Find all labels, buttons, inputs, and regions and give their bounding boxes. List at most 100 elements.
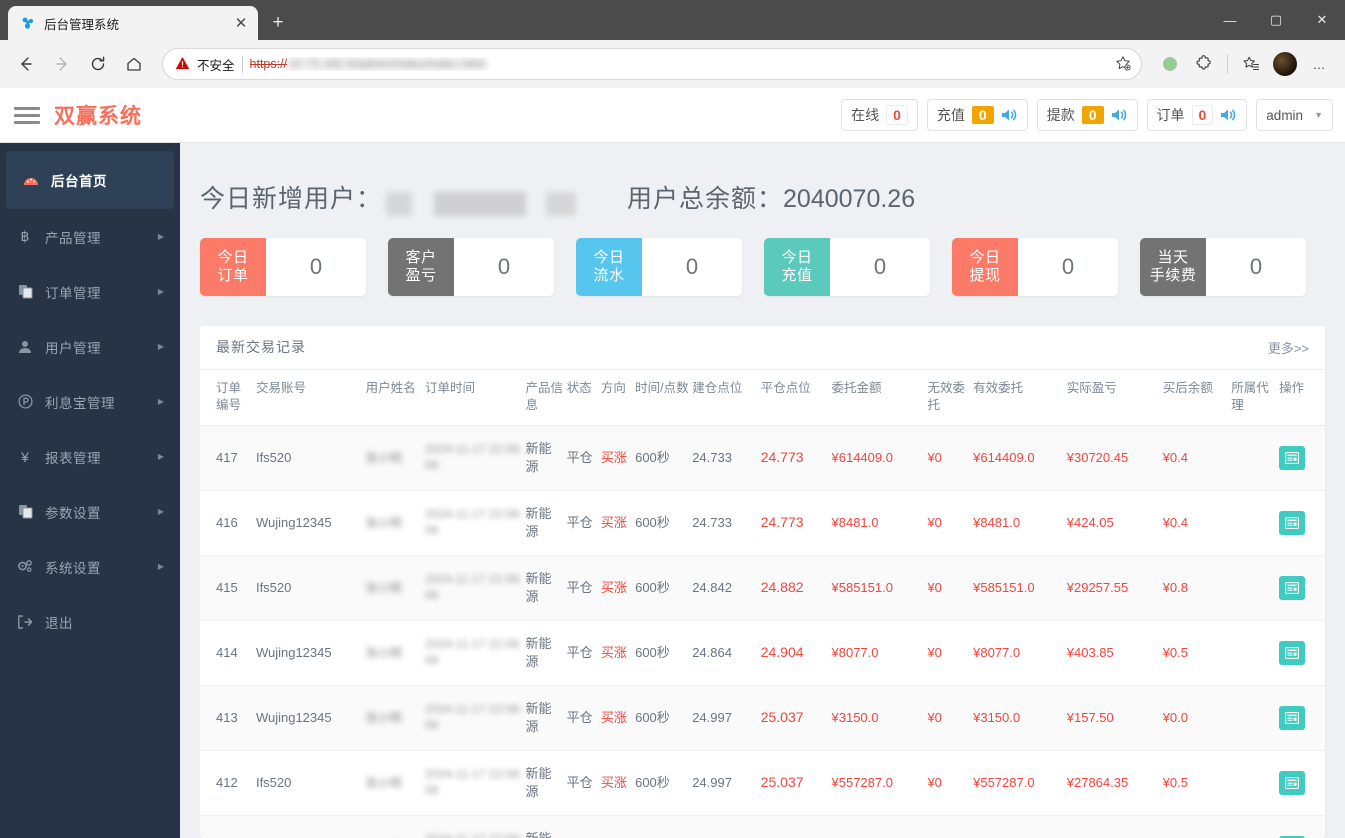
cell-operation[interactable]	[1279, 685, 1325, 751]
sidebar-item-system-settings[interactable]: 系统设置 ▶	[0, 539, 180, 594]
cell-duration: 600秒	[635, 620, 693, 686]
maximize-button[interactable]: ▢	[1253, 0, 1299, 40]
tab-close-icon[interactable]: ✕	[232, 14, 250, 32]
sidebar-item-label: 后台首页	[51, 174, 107, 189]
stat-card-label-line2: 手续费	[1149, 266, 1197, 284]
latest-transactions-panel: 最新交易记录 更多>> 订单编号 交易账号 用户姓名 订单时间 产品信息 状态 …	[200, 325, 1325, 838]
header-stat-online[interactable]: 在线 0	[841, 99, 918, 131]
browser-toolbar: 不安全 https://10.73.162.6/admin/index/inde…	[0, 40, 1345, 88]
cell-operation[interactable]	[1279, 620, 1325, 686]
cell-duration: 600秒	[635, 750, 693, 816]
home-icon[interactable]	[118, 48, 150, 80]
speaker-icon[interactable]	[1001, 108, 1018, 122]
user-menu[interactable]: admin ▼	[1256, 99, 1333, 131]
detail-button[interactable]	[1279, 770, 1306, 795]
menu-toggle-icon[interactable]	[14, 106, 40, 124]
sidebar-item-dashboard[interactable]: 后台首页	[6, 151, 174, 209]
table-header-row: 订单编号 交易账号 用户姓名 订单时间 产品信息 状态 方向 时间/点数 建仓点…	[200, 369, 1325, 426]
cell-order-id: 412	[200, 750, 256, 816]
speaker-icon[interactable]	[1220, 108, 1237, 122]
cell-order-amount: ¥3150.0	[831, 685, 928, 751]
coin-icon	[16, 394, 34, 409]
logout-icon	[16, 614, 34, 629]
reload-icon[interactable]	[82, 48, 114, 80]
stat-card-customer-pnl[interactable]: 客户 盈亏 0	[388, 237, 554, 296]
sidebar-item-product-management[interactable]: ฿ 产品管理 ▶	[0, 209, 180, 264]
sidebar-item-order-management[interactable]: 订单管理 ▶	[0, 264, 180, 319]
profile-status-icon[interactable]	[1154, 48, 1186, 80]
table-row[interactable]: 411Wujing12345张小明2024-11-17 22:08:08新能源平…	[200, 815, 1325, 838]
more-link[interactable]: 更多>>	[1268, 338, 1309, 357]
column-header-username: 用户姓名	[365, 369, 425, 426]
transactions-panel-wrapper: 最新交易记录 更多>> 订单编号 交易账号 用户姓名 订单时间 产品信息 状态 …	[180, 296, 1345, 838]
stat-card-today-orders[interactable]: 今日 订单 0	[200, 237, 366, 296]
table-row[interactable]: 417 Ifs520 张小明 2024-11-17 22:08:08 新能源 平仓 买涨 60…	[200, 425, 1325, 491]
sidebar-item-parameter-settings[interactable]: 参数设置 ▶	[0, 484, 180, 539]
total-balance-value: 2040070.26	[783, 185, 916, 213]
header-stat-order[interactable]: 订单 0	[1146, 99, 1248, 131]
detail-button[interactable]	[1279, 575, 1306, 600]
sidebar-item-user-management[interactable]: 用户管理 ▶	[0, 319, 180, 374]
cell-operation[interactable]	[1279, 815, 1325, 838]
table-row[interactable]: 414 Wujing12345 张小明 2024-11-17 22:08:08 新能源平…	[200, 620, 1325, 686]
sidebar-item-label: 报表管理	[45, 450, 101, 466]
chevron-right-icon: ▶	[157, 397, 164, 406]
cell-order-id: 417	[200, 425, 256, 491]
header-stat-recharge[interactable]: 充值 0	[926, 99, 1028, 131]
cell-account: Wujing12345	[255, 685, 366, 751]
stat-card-today-withdraw[interactable]: 今日 提现 0	[952, 237, 1118, 296]
cell-product: 新能源	[525, 685, 567, 751]
cell-agent	[1231, 620, 1280, 686]
stat-card-label-line1: 今日	[217, 248, 249, 266]
cell-product: 新能源	[525, 490, 567, 556]
forward-icon[interactable]	[46, 48, 78, 80]
detail-button[interactable]	[1279, 705, 1306, 730]
browser-profile-avatar[interactable]	[1269, 48, 1301, 80]
detail-button[interactable]	[1279, 510, 1306, 535]
cell-open-price: 24.864	[692, 620, 761, 686]
stat-card-today-turnover[interactable]: 今日 流水 0	[576, 237, 742, 296]
minimize-button[interactable]: —	[1207, 0, 1253, 40]
sidebar-item-logout[interactable]: 退出	[0, 594, 180, 649]
cell-order-amount: ¥614409.0	[831, 425, 928, 491]
back-icon[interactable]	[10, 48, 42, 80]
header-stat-order-value: 0	[1191, 105, 1214, 125]
favorite-star-icon[interactable]	[1115, 55, 1131, 74]
browser-tab[interactable]: 后台管理系统 ✕	[8, 6, 258, 40]
browser-more-menu-icon[interactable]: …	[1303, 48, 1335, 80]
sidebar: 后台首页 ฿ 产品管理 ▶ 订单管理 ▶ 用户管理 ▶ 利息宝管理 ▶ ¥ 报表…	[0, 143, 180, 838]
table-row[interactable]: 416 Wujing12345 张小明 2024-11-17 22:08:08 新能源平…	[200, 490, 1325, 556]
cell-operation[interactable]	[1279, 555, 1325, 621]
cell-operation[interactable]	[1279, 490, 1325, 556]
cell-operation[interactable]	[1279, 425, 1325, 491]
cell-invalid-order: ¥0	[927, 685, 974, 751]
header-stat-withdraw[interactable]: 提款 0	[1036, 99, 1138, 131]
sidebar-item-interest-treasure-management[interactable]: 利息宝管理 ▶	[0, 374, 180, 429]
sidebar-item-report-management[interactable]: ¥ 报表管理 ▶	[0, 429, 180, 484]
close-window-button[interactable]: ✕	[1299, 0, 1345, 40]
collections-icon[interactable]	[1235, 48, 1267, 80]
stat-card-today-fee[interactable]: 当天 手续费 0	[1140, 237, 1306, 296]
cell-order-time: 2024-11-17 22:08:08	[424, 750, 526, 816]
cell-status: 平仓	[566, 555, 601, 621]
table-row[interactable]: 415 Ifs520 张小明 2024-11-17 22:08:08 新能源 平仓 买涨 60…	[200, 555, 1325, 621]
detail-button[interactable]	[1279, 445, 1306, 470]
url-host-path-blurred: 10.73.162.6/admin/index/index.html	[288, 57, 486, 71]
stat-card-label-line2: 流水	[593, 266, 625, 284]
cell-duration: 600秒	[635, 815, 693, 838]
table-row[interactable]: 413 Wujing12345 张小明 2024-11-17 22:08:08 新能源平…	[200, 685, 1325, 751]
cell-operation[interactable]	[1279, 750, 1325, 816]
address-bar[interactable]: 不安全 https://10.73.162.6/admin/index/inde…	[162, 48, 1142, 80]
table-row[interactable]: 412 Ifs520 张小明 2024-11-17 22:08:08 新能源 平仓 买涨 60…	[200, 750, 1325, 816]
new-tab-button[interactable]: +	[264, 9, 292, 37]
speaker-icon[interactable]	[1111, 108, 1128, 122]
stat-card-today-recharge[interactable]: 今日 充值 0	[764, 237, 930, 296]
stat-card-label: 客户 盈亏	[388, 237, 454, 296]
cell-invalid-order: ¥0	[927, 750, 974, 816]
header-stat-online-label: 在线	[851, 107, 880, 123]
detail-button[interactable]	[1279, 640, 1306, 665]
stat-card-label-line2: 盈亏	[405, 266, 437, 284]
sidebar-item-label: 产品管理	[45, 230, 101, 246]
stat-card-label: 今日 流水	[576, 237, 642, 296]
extensions-puzzle-icon[interactable]	[1188, 48, 1220, 80]
